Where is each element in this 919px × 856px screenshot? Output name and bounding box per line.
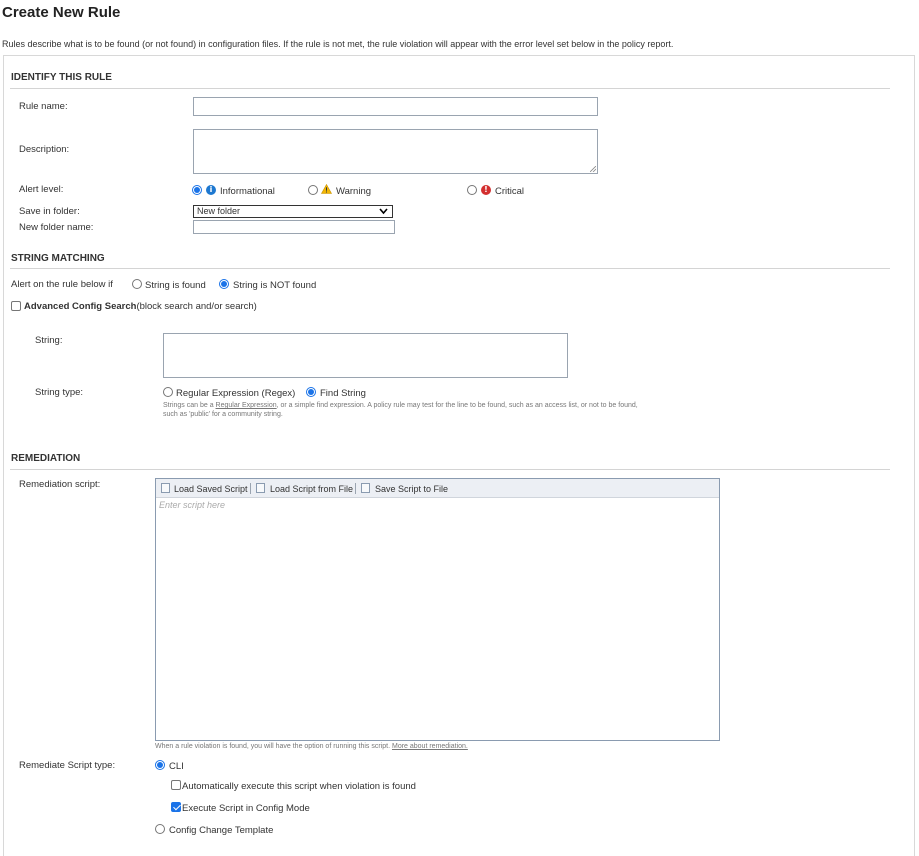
string-not-found-radio[interactable] [219,279,229,289]
chevron-down-icon [379,208,388,215]
string-type-regex-radio[interactable] [163,387,173,397]
help-text: such as 'public' for a community string. [163,411,283,418]
alert-warning-radio[interactable] [308,185,318,195]
divider [10,88,890,89]
load-saved-script-icon [161,483,170,493]
auto-execute-checkbox[interactable] [171,780,181,790]
string-type-find-radio[interactable] [306,387,316,397]
string-found-radio[interactable] [132,279,142,289]
save-script-to-file-button[interactable]: Save Script to File [375,484,448,494]
string-type-help: Strings can be a Regular Expression, or … [163,401,723,419]
config-mode-checkbox[interactable] [171,802,181,812]
help-text: , or a simple find expression. A policy … [276,402,638,409]
remediation-script-label: Remediation script: [19,479,101,490]
remediation-note-text: When a rule violation is found, you will… [155,743,391,750]
rule-name-label: Rule name: [19,101,68,112]
alert-on-label: Alert on the rule below if [11,279,113,290]
alert-warning-label: Warning [336,186,372,197]
divider [10,268,890,269]
divider [10,469,890,470]
advanced-config-search-suffix: (block search and/or search) [136,301,257,312]
string-textarea[interactable] [163,333,568,378]
alert-informational-label: Informational [220,186,275,197]
alert-critical-radio[interactable] [467,185,477,195]
save-disk-icon [361,483,370,493]
toolbar-separator [250,483,251,494]
alert-critical-label: Critical [495,186,525,197]
load-saved-script-button[interactable]: Load Saved Script [174,484,248,494]
section-string-matching-heading: STRING MATCHING [11,253,105,264]
config-mode-label: Execute Script in Config Mode [182,803,310,814]
info-icon: i [206,185,216,195]
script-type-cli-label: CLI [169,761,184,772]
remediate-script-type-label: Remediate Script type: [19,760,116,771]
auto-execute-label: Automatically execute this script when v… [182,781,416,792]
save-in-folder-select[interactable]: New folder [193,205,393,218]
rule-name-input[interactable] [193,97,598,116]
page-intro: Rules describe what is to be found (or n… [2,39,674,49]
script-editor: Load Saved Script Load Script from File … [155,478,720,741]
description-textarea[interactable] [193,129,598,174]
critical-icon: ! [481,185,491,195]
string-not-found-label: String is NOT found [233,280,317,291]
advanced-config-search-label: Advanced Config Search(block search and/… [24,301,257,312]
resize-handle-icon[interactable] [590,166,596,172]
load-script-from-file-button[interactable]: Load Script from File [270,484,353,494]
new-folder-name-input[interactable] [193,220,395,234]
warning-icon [321,184,332,194]
description-label: Description: [19,144,70,155]
string-type-label: String type: [35,387,84,398]
new-folder-name-label: New folder name: [19,222,94,233]
string-type-find-label: Find String [320,388,366,399]
string-type-regex-label: Regular Expression (Regex) [176,388,296,399]
advanced-config-search-checkbox[interactable] [11,301,21,311]
more-about-remediation-link[interactable]: More about remediation. [392,743,468,750]
section-identify-heading: IDENTIFY THIS RULE [11,72,112,83]
string-label: String: [35,335,63,346]
toolbar-separator [355,483,356,494]
script-type-template-radio[interactable] [155,824,165,834]
string-found-label: String is found [145,280,206,291]
remediation-note: When a rule violation is found, you will… [155,742,468,751]
script-toolbar: Load Saved Script Load Script from File … [156,479,719,498]
save-in-folder-value: New folder [197,206,241,216]
save-in-folder-label: Save in folder: [19,206,80,217]
alert-level-label: Alert level: [19,184,64,195]
advanced-config-search-title: Advanced Config Search [24,301,137,312]
load-file-icon [256,483,265,493]
alert-informational-radio[interactable] [192,185,202,195]
script-textarea[interactable]: Enter script here [159,500,225,510]
script-type-template-label: Config Change Template [169,825,274,836]
regex-help-link[interactable]: Regular Expression [216,402,277,409]
page-title: Create New Rule [2,4,121,21]
script-type-cli-radio[interactable] [155,760,165,770]
help-text: Strings can be a [163,402,216,409]
section-remediation-heading: REMEDIATION [11,453,81,464]
